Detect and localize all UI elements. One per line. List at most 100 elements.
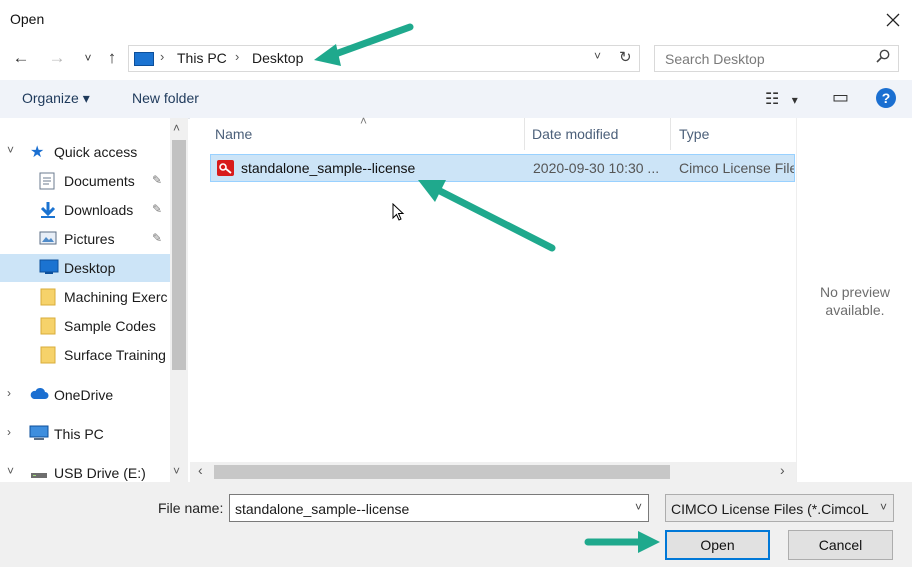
nav-downloads[interactable]: Downloads ✎ xyxy=(0,196,170,224)
help-button[interactable]: ? xyxy=(876,88,896,108)
nav-quick-access[interactable]: ˅ ★ Quick access xyxy=(0,138,170,166)
close-icon xyxy=(886,13,900,27)
nav-documents[interactable]: Documents ✎ xyxy=(0,167,170,195)
nav-folder-sample-codes[interactable]: Sample Codes xyxy=(0,312,170,340)
scroll-down-icon[interactable]: ˅ xyxy=(173,464,180,478)
license-file-icon xyxy=(217,160,234,176)
pictures-icon xyxy=(39,230,57,248)
nav-label: This PC xyxy=(54,426,104,442)
organize-label: Organize xyxy=(22,90,79,106)
file-type: Cimco License File xyxy=(679,160,794,176)
sort-ascending-icon: ˄ xyxy=(360,114,368,128)
up-arrow-icon: ↑ xyxy=(107,48,117,67)
chevron-down-icon[interactable]: ˅ xyxy=(635,500,642,514)
breadcrumb-separator: › xyxy=(160,49,165,64)
refresh-icon[interactable]: ↻ xyxy=(619,48,632,66)
nav-label: Pictures xyxy=(64,231,115,247)
nav-scrollbar-thumb[interactable] xyxy=(172,140,186,370)
nav-label: Surface Training xyxy=(64,347,166,363)
scroll-up-icon[interactable]: ˄ xyxy=(173,121,180,135)
chevron-down-icon[interactable]: ˅ xyxy=(880,500,887,514)
close-button[interactable] xyxy=(880,8,906,32)
search-input[interactable]: Search Desktop xyxy=(654,45,899,72)
pin-icon: ✎ xyxy=(152,173,163,187)
chevron-down-icon[interactable]: ˅ xyxy=(7,143,14,157)
nav-label: Quick access xyxy=(54,144,138,160)
nav-label: OneDrive xyxy=(54,387,114,403)
nav-label: Sample Codes xyxy=(64,318,156,334)
nav-desktop[interactable]: Desktop xyxy=(0,254,170,282)
preview-pane: No preview available. xyxy=(796,118,912,482)
scroll-right-icon[interactable]: › xyxy=(780,462,785,478)
title-bar xyxy=(0,0,912,40)
pin-icon: ✎ xyxy=(152,231,163,245)
cancel-button[interactable]: Cancel xyxy=(788,530,893,560)
file-type-value: CIMCO License Files (*.CimcoL xyxy=(671,501,869,517)
search-icon xyxy=(876,49,890,67)
pin-icon: ✎ xyxy=(152,202,163,216)
pc-icon xyxy=(134,52,154,66)
forward-button[interactable]: → xyxy=(46,47,68,69)
search-placeholder: Search Desktop xyxy=(665,51,765,67)
column-header-date[interactable]: Date modified xyxy=(525,118,671,150)
address-dropdown-icon[interactable]: ˅ xyxy=(594,49,601,63)
preview-pane-button[interactable]: ▭ xyxy=(832,87,849,108)
back-arrow-icon: ← xyxy=(12,48,30,67)
nav-label: Machining Exerc xyxy=(64,289,168,305)
documents-icon xyxy=(39,172,57,190)
nav-label: Downloads xyxy=(64,202,134,218)
column-header-type[interactable]: Type xyxy=(671,118,796,150)
nav-this-pc[interactable]: › This PC xyxy=(0,420,170,448)
chevron-down-icon: ▾ xyxy=(82,90,90,106)
preview-pane-icon: ▭ xyxy=(832,87,850,107)
navigation-pane: ˅ ★ Quick access Documents ✎ Downloads ✎… xyxy=(0,118,188,482)
pc-icon xyxy=(29,425,49,443)
scroll-left-icon[interactable]: ‹ xyxy=(198,462,203,478)
chevron-right-icon[interactable]: › xyxy=(7,425,11,439)
chevron-right-icon[interactable]: › xyxy=(7,386,11,400)
hscroll-thumb[interactable] xyxy=(214,465,670,479)
folder-icon xyxy=(40,288,58,306)
breadcrumb-this-pc[interactable]: This PC xyxy=(177,50,227,66)
nav-onedrive[interactable]: › OneDrive xyxy=(0,381,170,409)
up-button[interactable]: ↑ xyxy=(101,47,123,69)
preview-message-line2: available. xyxy=(825,302,885,318)
nav-pictures[interactable]: Pictures ✎ xyxy=(0,225,170,253)
window-title: Open xyxy=(10,11,45,27)
organize-button[interactable]: Organize ▾ xyxy=(22,90,90,107)
recent-locations-button[interactable]: ˅ xyxy=(77,47,99,69)
open-button[interactable]: Open xyxy=(665,530,770,560)
forward-arrow-icon: → xyxy=(48,48,66,67)
nav-folder-surface-training[interactable]: Surface Training xyxy=(0,341,170,369)
nav-folder-machining[interactable]: Machining Exerc xyxy=(0,283,170,311)
breadcrumb-desktop[interactable]: Desktop xyxy=(252,50,303,66)
nav-label: USB Drive (E:) xyxy=(54,465,146,481)
breadcrumb-separator: › xyxy=(235,49,240,64)
file-list: Name ˄ Date modified Type standalone_sam… xyxy=(190,114,796,464)
back-button[interactable]: ← xyxy=(10,47,32,69)
address-bar[interactable]: › This PC › Desktop ˅ ↻ xyxy=(128,45,640,72)
chevron-down-icon: ˅ xyxy=(84,51,92,65)
folder-icon xyxy=(40,346,58,364)
column-header-name[interactable]: Name ˄ xyxy=(190,114,525,150)
file-name: standalone_sample--license xyxy=(241,160,416,176)
file-name-label: File name: xyxy=(158,500,224,516)
details-view-icon: ☷ xyxy=(765,91,780,108)
file-date: 2020-09-30 10:30 ... xyxy=(533,160,660,176)
table-row[interactable]: standalone_sample--license 2020-09-30 10… xyxy=(210,154,795,182)
downloads-icon xyxy=(39,201,57,219)
star-icon: ★ xyxy=(30,144,45,161)
file-name-input[interactable]: standalone_sample--license ˅ xyxy=(229,494,649,522)
usb-icon xyxy=(29,464,47,482)
folder-icon xyxy=(40,317,58,335)
cloud-icon xyxy=(29,386,49,404)
chevron-down-icon[interactable]: ˅ xyxy=(7,464,14,478)
view-options-button[interactable]: ☷ ▾ xyxy=(765,89,798,109)
file-type-select[interactable]: CIMCO License Files (*.CimcoL ˅ xyxy=(665,494,894,522)
file-name-value: standalone_sample--license xyxy=(235,501,410,517)
new-folder-button[interactable]: New folder xyxy=(132,90,199,106)
preview-message-line1: No preview xyxy=(819,284,891,300)
desktop-icon xyxy=(39,259,59,277)
chevron-down-icon: ▾ xyxy=(791,93,798,107)
nav-label: Desktop xyxy=(64,260,116,276)
